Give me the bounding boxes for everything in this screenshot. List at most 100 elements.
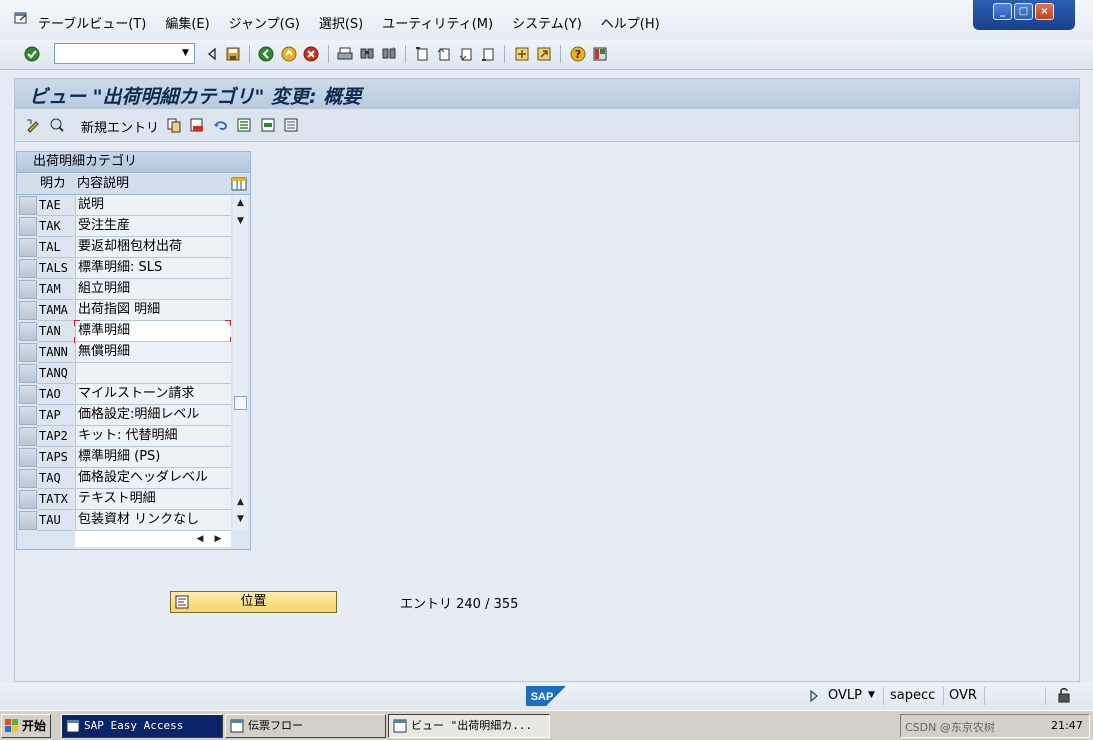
restore-button[interactable]: □ [1014, 3, 1033, 20]
table-row[interactable]: TATX テキスト明細 [17, 489, 250, 510]
start-button[interactable]: 开始 [1, 714, 51, 738]
table-row[interactable]: TAM 組立明細 [17, 279, 250, 300]
scroll-left-icon[interactable]: ◀ [193, 531, 207, 547]
find-next-icon[interactable] [381, 46, 397, 62]
table-row[interactable]: TAL 要返却梱包材出荷 [17, 237, 250, 258]
table-row[interactable]: TAE 説明 [17, 195, 250, 216]
table-row[interactable]: TAMA 出荷指図 明細 [17, 300, 250, 321]
menu-utilities[interactable]: ユーティリティ(M) [382, 13, 493, 32]
last-page-icon[interactable] [480, 46, 496, 62]
cell-description[interactable]: マイルストーン請求 [75, 384, 231, 405]
lock-icon[interactable] [1056, 687, 1072, 703]
save-icon[interactable] [225, 46, 241, 62]
cell-description[interactable]: 価格設定:明細レベル [75, 405, 231, 426]
row-selector[interactable] [19, 343, 37, 362]
display-change-icon[interactable] [25, 117, 41, 133]
collapse-left-icon[interactable] [204, 46, 220, 62]
create-session-icon[interactable] [514, 46, 530, 62]
scroll-down-icon[interactable]: ▼ [233, 213, 248, 229]
menu-system[interactable]: システム(Y) [512, 13, 582, 32]
task-document-flow[interactable]: 伝票フロー [225, 714, 386, 738]
undo-change-icon[interactable] [213, 117, 229, 133]
row-selector[interactable] [19, 448, 37, 467]
find-icon[interactable] [359, 46, 375, 62]
cell-description[interactable] [75, 363, 231, 384]
row-selector[interactable] [19, 364, 37, 383]
command-field[interactable]: ▼ [54, 43, 195, 64]
column-header-description[interactable]: 内容説明 [77, 174, 129, 194]
cell-description[interactable]: 組立明細 [75, 279, 231, 300]
table-row[interactable]: TAK 受注生産 [17, 216, 250, 237]
back-icon[interactable] [258, 46, 274, 62]
previous-page-icon[interactable] [436, 46, 452, 62]
shortcut-icon[interactable] [536, 46, 552, 62]
cell-description[interactable]: 受注生産 [75, 216, 231, 237]
row-selector[interactable] [19, 280, 37, 299]
table-row[interactable]: TANQ [17, 363, 250, 384]
first-page-icon[interactable] [414, 46, 430, 62]
status-expand-icon[interactable] [806, 688, 822, 704]
scroll-up-icon[interactable]: ▲ [233, 195, 248, 211]
cell-description[interactable]: 標準明細 (PS) [75, 447, 231, 468]
select-all-icon[interactable] [236, 117, 252, 133]
position-button[interactable]: 位置 [170, 591, 337, 613]
menu-table-view[interactable]: テーブルビュー(T) [38, 13, 146, 32]
table-row[interactable]: TAO マイルストーン請求 [17, 384, 250, 405]
row-selector[interactable] [19, 301, 37, 320]
vertical-scroll-track[interactable] [233, 237, 248, 489]
task-sap-easy-access[interactable]: SAP Easy Access [61, 714, 223, 738]
cell-description[interactable]: 出荷指図 明細 [75, 300, 231, 321]
menu-help[interactable]: ヘルプ(H) [601, 13, 660, 32]
row-selector[interactable] [19, 259, 37, 278]
chevron-down-icon[interactable]: ▼ [178, 45, 193, 62]
cell-description[interactable]: 要返却梱包材出荷 [75, 237, 231, 258]
row-selector[interactable] [19, 385, 37, 404]
row-selector[interactable] [19, 469, 37, 488]
row-selector[interactable] [19, 322, 37, 341]
status-mode-dropdown-icon[interactable]: ▼ [868, 690, 875, 700]
scroll-down-icon[interactable]: ▼ [233, 511, 248, 527]
row-selector[interactable] [19, 427, 37, 446]
enter-check-icon[interactable] [24, 46, 40, 62]
cell-description[interactable]: 包装資材 リンクなし [75, 510, 231, 531]
help-icon[interactable]: ? [570, 46, 586, 62]
lower-scrollbar[interactable]: ▲ ▼ [233, 489, 248, 531]
table-row[interactable]: TALS 標準明細: SLS [17, 258, 250, 279]
minimize-button[interactable]: _ [993, 3, 1012, 20]
display-icon[interactable] [49, 117, 65, 133]
upper-scrollbar[interactable]: ▲ ▼ [233, 195, 248, 237]
menu-window-icon[interactable] [14, 12, 28, 25]
table-row[interactable]: TAP 価格設定:明細レベル [17, 405, 250, 426]
cell-description[interactable]: 標準明細 [75, 321, 231, 342]
next-page-icon[interactable] [458, 46, 474, 62]
close-button[interactable]: × [1035, 3, 1054, 20]
exit-icon[interactable] [281, 46, 297, 62]
cell-description[interactable]: 説明 [75, 195, 231, 216]
status-mode[interactable]: OVLP [828, 688, 862, 703]
row-selector[interactable] [19, 511, 37, 530]
row-selector[interactable] [19, 490, 37, 509]
cancel-icon[interactable] [303, 46, 319, 62]
table-row[interactable]: TAP2 キット: 代替明細 [17, 426, 250, 447]
tray-clock[interactable]: 21:47 [1051, 719, 1083, 732]
select-block-icon[interactable] [260, 117, 276, 133]
print-icon[interactable] [337, 46, 353, 62]
menu-goto[interactable]: ジャンプ(G) [229, 13, 300, 32]
table-settings-icon[interactable] [231, 176, 247, 192]
vertical-scroll-thumb[interactable] [234, 396, 247, 410]
delete-icon[interactable] [189, 117, 205, 133]
copy-as-icon[interactable] [166, 117, 182, 133]
menu-select[interactable]: 選択(S) [319, 13, 363, 32]
deselect-all-icon[interactable] [283, 117, 299, 133]
cell-description[interactable]: キット: 代替明細 [75, 426, 231, 447]
new-entries-button[interactable]: 新規エントリ [81, 117, 159, 136]
cell-description[interactable]: テキスト明細 [75, 489, 231, 510]
row-selector[interactable] [19, 196, 37, 215]
scroll-up-icon[interactable]: ▲ [233, 494, 248, 510]
cell-description[interactable]: 無償明細 [75, 342, 231, 363]
row-selector[interactable] [19, 406, 37, 425]
table-row[interactable]: TAQ 価格設定ヘッダレベル [17, 468, 250, 489]
cell-description[interactable]: 標準明細: SLS [75, 258, 231, 279]
layout-menu-icon[interactable] [592, 46, 608, 62]
task-view-shipping-item[interactable]: ビュー "出荷明細カ... [388, 714, 550, 738]
